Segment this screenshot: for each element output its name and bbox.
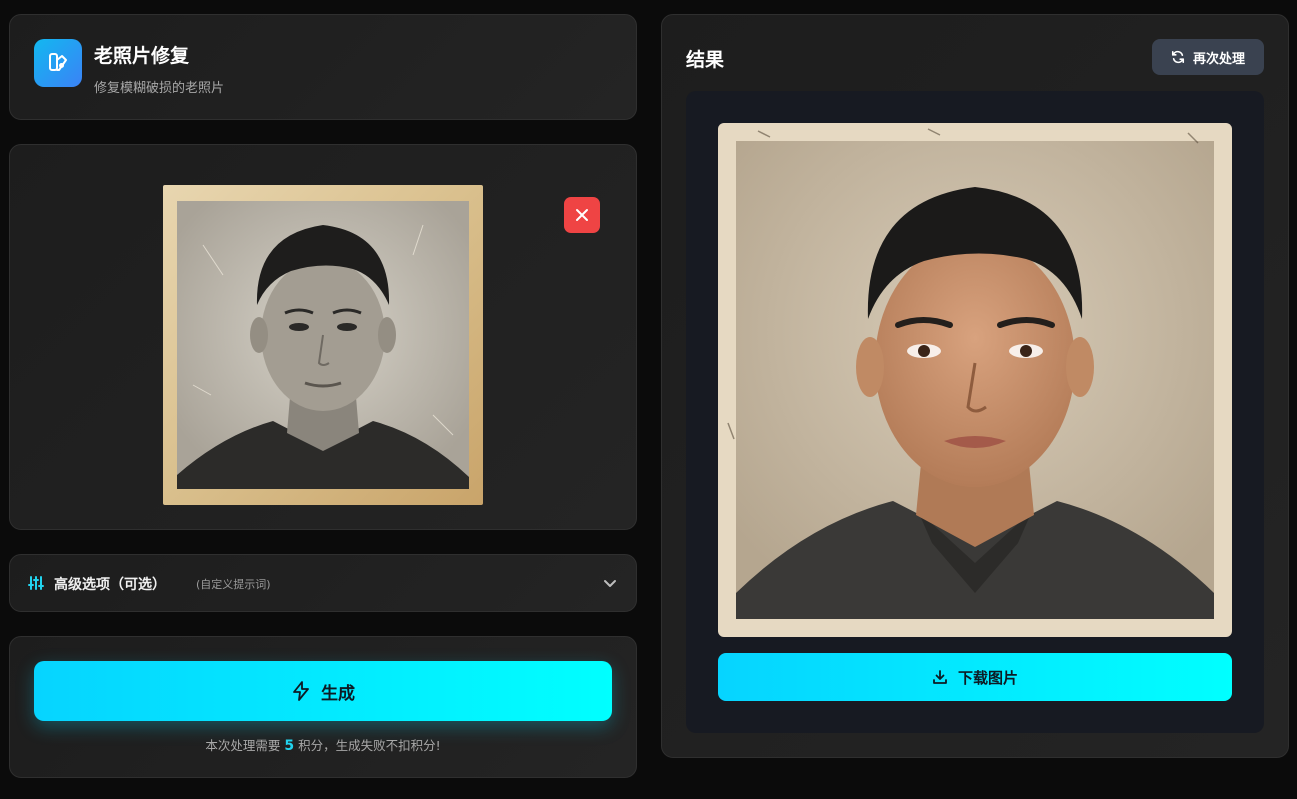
chevron-down-icon [602,575,618,591]
photo-restore-icon [34,39,82,87]
result-title: 结果 [686,49,725,71]
result-panel: 结果 再次处理 下载图片 [661,14,1289,758]
remove-photo-button[interactable] [564,197,600,233]
credits-note-prefix: 本次处理需要 [205,738,281,753]
generate-card: 生成 本次处理需要 5 积分，生成失败不扣积分! [9,636,637,778]
page-title: 老照片修复 [94,45,190,67]
result-preview: 下载图片 [686,91,1264,733]
sliders-icon [28,575,44,591]
reprocess-label: 再次处理 [1192,51,1245,67]
credits-count: 5 [284,738,295,754]
credits-note: 本次处理需要 5 积分，生成失败不扣积分! [10,735,636,754]
advanced-options-label: 高级选项（可选） [54,577,166,593]
advanced-options-toggle[interactable]: 高级选项（可选） (自定义提示词) [9,554,637,612]
upload-area[interactable] [9,144,637,530]
close-icon [576,209,588,221]
page-subtitle: 修复模糊破损的老照片 [94,81,225,96]
refresh-icon [1171,50,1185,64]
generate-label: 生成 [321,683,355,704]
lightning-icon [293,681,309,701]
credits-note-suffix: 积分，生成失败不扣积分! [298,738,441,753]
advanced-options-hint: (自定义提示词) [196,578,271,591]
download-button[interactable]: 下载图片 [718,653,1232,701]
download-icon [933,670,947,684]
restored-photo [718,123,1232,637]
reprocess-button[interactable]: 再次处理 [1152,39,1264,75]
generate-button[interactable]: 生成 [34,661,612,721]
header-card: 老照片修复 修复模糊破损的老照片 [9,14,637,120]
download-label: 下载图片 [957,668,1018,687]
uploaded-photo [163,185,483,505]
